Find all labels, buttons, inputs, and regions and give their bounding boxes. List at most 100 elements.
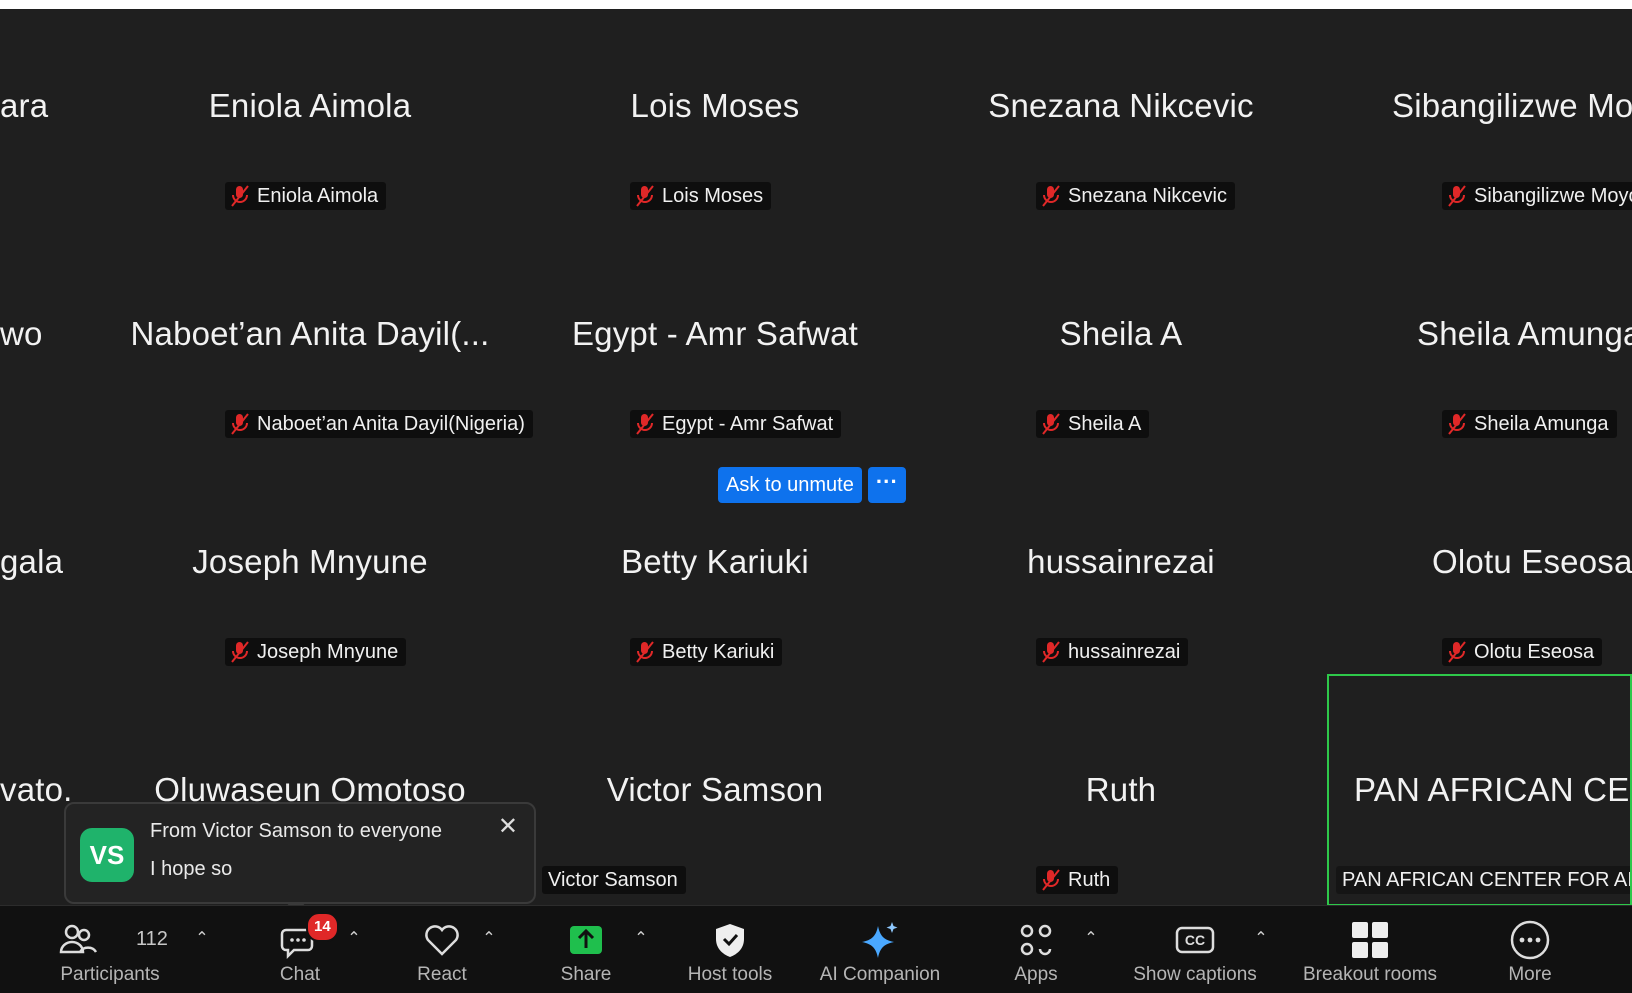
muted-mic-icon (1448, 413, 1466, 435)
participant-tag-label: Sheila Amunga (1474, 413, 1609, 435)
participants-icon (59, 924, 98, 954)
ask-to-unmute-button[interactable]: Ask to unmute (718, 467, 862, 503)
muted-mic-icon (1042, 641, 1060, 663)
participant-name-tag: Joseph Mnyune (225, 638, 407, 666)
ai-companion-label: AI Companion (819, 964, 941, 985)
participant-display-name: Sibangilizwe Mo (1392, 87, 1632, 124)
video-tile[interactable]: Sibangilizwe Mo Sibangilizwe Moyo (1332, 9, 1632, 229)
host-tools-button[interactable]: Host tools (670, 906, 790, 993)
apps-label: Apps (1014, 964, 1058, 985)
ai-companion-button[interactable]: AI Companion (810, 906, 950, 993)
breakout-rooms-button[interactable]: Breakout rooms (1290, 906, 1450, 993)
react-label: React (417, 964, 467, 985)
video-tile[interactable]: Sheila Amunga Sheila Amunga (1332, 237, 1632, 457)
muted-mic-icon (1042, 869, 1060, 891)
participant-display-name: Sheila A (1059, 315, 1183, 352)
video-tile[interactable]: Olotu Eseosa Olotu Eseosa (1332, 465, 1632, 685)
participant-display-name: Betty Kariuki (621, 543, 809, 580)
show-captions-button[interactable]: CC Show captions (1125, 906, 1265, 993)
participant-name-tag: Snezana Nikcevic (1036, 182, 1235, 210)
video-tile[interactable]: Lois Moses Lois Moses (520, 9, 910, 229)
host-tools-label: Host tools (687, 964, 773, 985)
participant-display-name: Joseph Mnyune (192, 543, 428, 580)
close-icon[interactable]: ✕ (498, 812, 518, 841)
chat-message: I hope so (150, 858, 233, 880)
share-button[interactable]: Share (536, 906, 636, 993)
chevron-up-icon[interactable]: ⌃ (1252, 928, 1270, 947)
muted-mic-icon (1042, 185, 1060, 207)
participant-tag-label: Lois Moses (662, 185, 764, 207)
sparkle-icon (862, 922, 898, 958)
participant-tag-label: Victor Samson (548, 869, 678, 891)
participant-tag-label: Joseph Mnyune (257, 641, 399, 663)
chat-sender: From Victor Samson to everyone (150, 820, 442, 842)
muted-mic-icon (1042, 413, 1060, 435)
participant-tag-label: Ruth (1068, 869, 1111, 891)
participant-name-tag: Sibangilizwe Moyo (1442, 182, 1632, 210)
video-tile[interactable]: Snezana Nikcevic Snezana Nikcevic (926, 9, 1316, 229)
participant-display-name: Egypt - Amr Safwat (571, 315, 859, 352)
muted-mic-icon (231, 185, 249, 207)
chevron-up-icon[interactable]: ⌃ (345, 928, 363, 947)
more-label: More (1508, 964, 1552, 985)
tile-more-options-button[interactable]: ··· (867, 467, 906, 503)
muted-mic-icon (636, 413, 654, 435)
participant-display-name: Victor Samson (606, 771, 824, 808)
participant-name-tag: hussainrezai (1036, 638, 1189, 666)
chat-button[interactable]: 14 Chat (250, 906, 350, 993)
participant-display-name: Olotu Eseosa (1432, 543, 1632, 580)
participant-tag-label: Sheila A (1068, 413, 1142, 435)
muted-mic-icon (636, 641, 654, 663)
participant-tag-label: Eniola Aimola (257, 185, 379, 207)
participant-name-tag: Sheila Amunga (1442, 410, 1617, 438)
chevron-up-icon[interactable]: ⌃ (193, 928, 211, 947)
video-tile[interactable]: Ruth Ruth (926, 693, 1316, 913)
chat-notification[interactable]: VS From Victor Samson to everyone I hope… (64, 802, 536, 914)
participants-button[interactable]: 112 Participants (40, 906, 180, 993)
participant-name-tag: Lois Moses (630, 182, 772, 210)
participant-display-name: hussainrezai (1027, 543, 1215, 580)
video-tile[interactable]: Naboet’an Anita Dayil(... Naboet’an Anit… (115, 237, 533, 457)
video-tile[interactable]: hussainrezai hussainrezai (926, 465, 1316, 685)
participant-tag-label: Naboet’an Anita Dayil(Nigeria) (257, 413, 525, 435)
muted-mic-icon (1448, 641, 1466, 663)
chevron-up-icon[interactable]: ⌃ (480, 928, 498, 947)
participant-tag-label: hussainrezai (1068, 641, 1181, 663)
participant-name-tag: Olotu Eseosa (1442, 638, 1603, 666)
grid-icon (1352, 922, 1388, 958)
ask-to-unmute-group: Ask to unmute ··· (718, 467, 906, 503)
participant-display-name: Snezana Nikcevic (988, 87, 1254, 124)
video-tile[interactable]: Egypt - Amr Safwat Egypt - Amr Safwat (520, 237, 910, 457)
meeting-window: ara Eniola Aimola Eniola Aimola Lois Mos… (0, 9, 1632, 993)
participant-tag-label: Betty Kariuki (662, 641, 775, 663)
chevron-up-icon[interactable]: ⌃ (1082, 928, 1100, 947)
participant-display-name: Naboet’an Anita Dayil(... (130, 315, 490, 352)
unread-badge: 14 (306, 912, 339, 942)
participant-tag-label: Olotu Eseosa (1474, 641, 1595, 663)
share-label: Share (560, 964, 612, 985)
video-tile[interactable]: Victor Samson Victor Samson (520, 693, 910, 913)
video-tile[interactable]: Sheila A Sheila A (926, 237, 1316, 457)
show-captions-label: Show captions (1133, 964, 1257, 985)
muted-mic-icon (231, 641, 249, 663)
chevron-up-icon[interactable]: ⌃ (632, 928, 650, 947)
video-tile[interactable]: Joseph Mnyune Joseph Mnyune (115, 465, 505, 685)
more-button[interactable]: More (1480, 906, 1580, 993)
participant-name-tag: Naboet’an Anita Dayil(Nigeria) (225, 410, 533, 438)
participants-label: Participants (60, 964, 160, 985)
participant-tag-label: Sibangilizwe Moyo (1474, 185, 1632, 207)
active-speaker-border (1327, 674, 1632, 906)
participant-name-tag: Betty Kariuki (630, 638, 783, 666)
participant-name-tag: Victor Samson (542, 866, 686, 894)
video-tile[interactable]: Eniola Aimola Eniola Aimola (115, 9, 505, 229)
participant-display-name: Eniola Aimola (208, 87, 412, 124)
participant-name-tag: Eniola Aimola (225, 182, 387, 210)
ellipsis-icon (1510, 920, 1550, 960)
shield-icon (716, 924, 744, 957)
participant-name-tag: Ruth (1036, 866, 1119, 894)
muted-mic-icon (231, 413, 249, 435)
apps-icon (1020, 924, 1052, 956)
react-button[interactable]: React (392, 906, 492, 993)
muted-mic-icon (1448, 185, 1466, 207)
apps-button[interactable]: Apps (986, 906, 1086, 993)
